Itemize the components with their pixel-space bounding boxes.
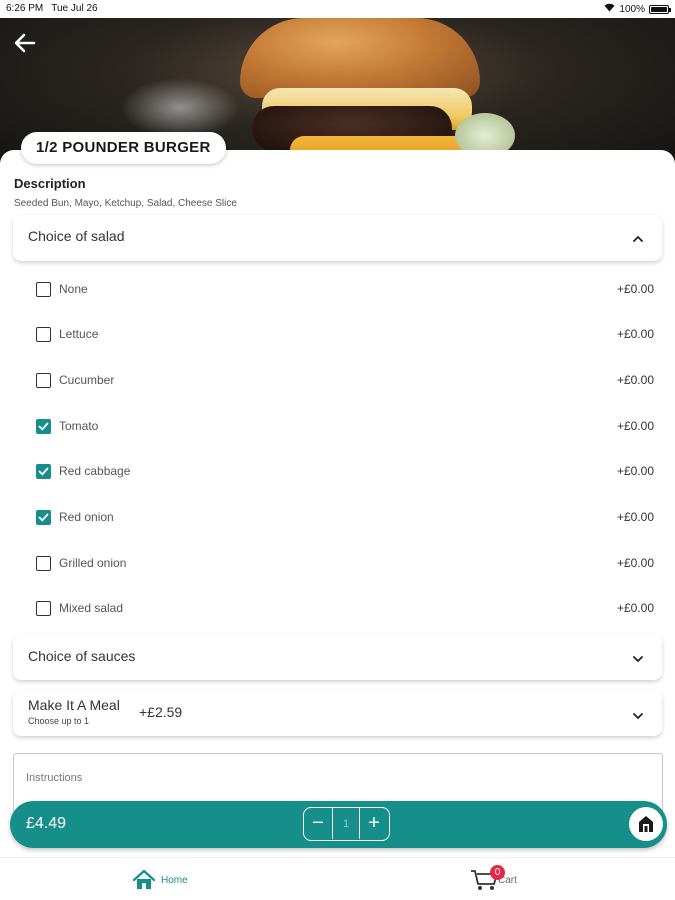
quantity-stepper: − 1 + [303,807,390,841]
checkmark-icon [38,513,49,522]
option-price: +£0.00 [616,419,654,433]
wifi-icon [604,3,615,15]
meal-group-price: +£2.59 [139,704,183,720]
salad-option-red-onion[interactable]: Red onion +£0.00 [36,508,654,528]
battery-icon [649,4,671,14]
nav-cart[interactable]: 0 Cart [470,865,517,892]
nav-home[interactable]: Home [133,870,188,890]
salad-option-cucumber[interactable]: Cucumber +£0.00 [36,371,654,391]
arrow-left-icon [14,33,36,53]
total-price: £4.49 [26,815,67,832]
option-label: None [59,282,88,296]
back-button[interactable] [12,30,40,58]
add-to-basket-button[interactable] [629,807,663,841]
option-price: +£0.00 [616,464,654,478]
option-price: +£0.00 [616,601,654,615]
option-price: +£0.00 [616,510,654,524]
status-time: 6:26 PM [6,3,44,14]
option-label: Tomato [59,419,99,433]
home-icon [133,870,155,889]
instructions-input[interactable] [26,772,626,784]
salad-option-none[interactable]: None +£0.00 [36,280,654,300]
salad-group-header[interactable]: Choice of salad [13,215,662,261]
chevron-up-icon [632,232,644,244]
option-label: Mixed salad [59,601,124,615]
chevron-down-icon [632,709,644,721]
option-price: +£0.00 [616,373,654,387]
description-heading: Description [14,176,86,191]
salad-option-lettuce[interactable]: Lettuce +£0.00 [36,325,654,345]
checkbox[interactable] [36,282,51,297]
checkbox[interactable] [36,327,51,342]
checkbox[interactable] [36,373,51,388]
status-bar: 6:26 PM Tue Jul 26 100% [0,0,675,18]
quantity-value[interactable]: 1 [332,808,360,839]
meal-group-sublabel: Choose up to 1 [28,716,90,726]
checkbox-checked[interactable] [36,464,51,479]
decrement-button[interactable]: − [304,808,332,839]
chevron-down-icon [632,652,644,664]
salad-option-grilled-onion[interactable]: Grilled onion +£0.00 [36,554,654,574]
sauces-group-header[interactable]: Choice of sauces [13,634,662,680]
sauces-group-label: Choice of sauces [28,648,136,664]
option-price: +£0.00 [616,556,654,570]
checkmark-icon [38,422,49,431]
status-date: Tue Jul 26 [51,3,98,14]
option-label: Lettuce [59,327,99,341]
bottom-nav: Home 0 Cart [0,857,675,900]
add-to-cart-bar: £4.49 − 1 + [10,801,667,848]
meal-group-header[interactable]: Make It A Meal Choose up to 1 +£2.59 [13,690,662,736]
product-title: 1/2 POUNDER BURGER [21,132,226,164]
description-text: Seeded Bun, Mayo, Ketchup, Salad, Cheese… [14,198,237,209]
basket-icon [639,816,653,832]
cart-count-badge: 0 [490,865,505,880]
battery-percent: 100% [619,3,645,15]
salad-option-red-cabbage[interactable]: Red cabbage +£0.00 [36,462,654,482]
option-price: +£0.00 [616,282,654,296]
salad-option-mixed-salad[interactable]: Mixed salad +£0.00 [36,599,654,619]
checkmark-icon [38,467,49,476]
salad-option-tomato[interactable]: Tomato +£0.00 [36,417,654,437]
option-label: Red onion [59,510,114,524]
checkbox-checked[interactable] [36,510,51,525]
increment-button[interactable]: + [360,808,388,839]
salad-group-label: Choice of salad [28,228,125,244]
option-label: Grilled onion [59,556,127,570]
option-label: Red cabbage [59,464,131,478]
nav-home-label: Home [161,874,188,886]
option-price: +£0.00 [616,327,654,341]
option-label: Cucumber [59,373,115,387]
checkbox[interactable] [36,556,51,571]
checkbox-checked[interactable] [36,419,51,434]
meal-group-label: Make It A Meal [28,697,120,713]
checkbox[interactable] [36,601,51,616]
